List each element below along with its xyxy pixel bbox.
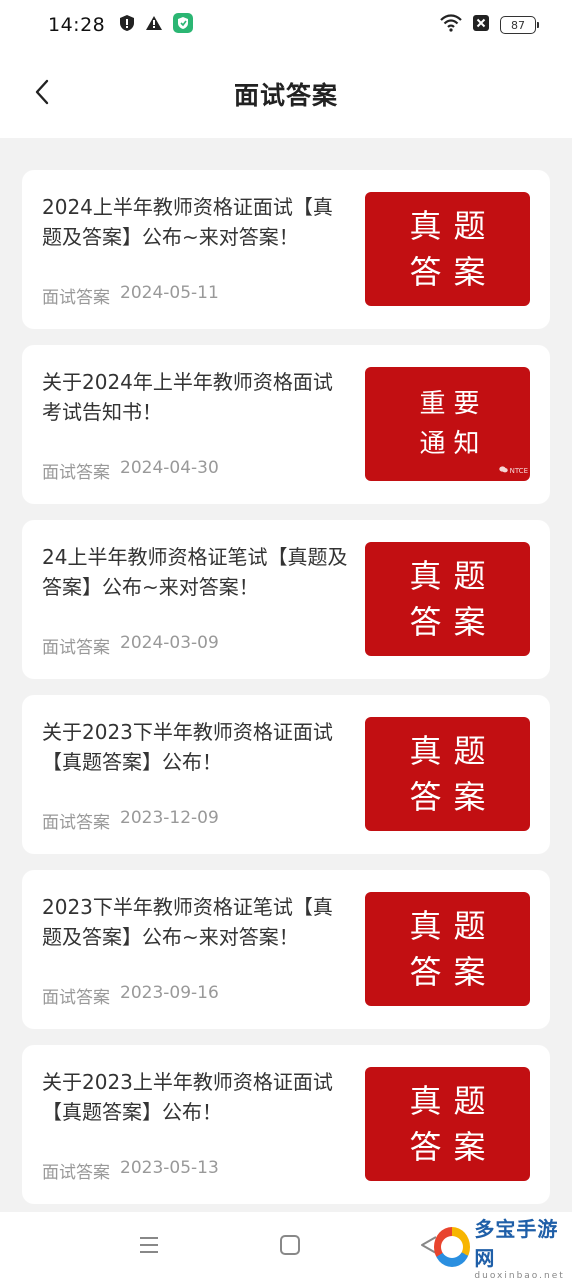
status-bar: 14:28 87 xyxy=(0,0,572,50)
article-list: 2024上半年教师资格证面试【真题及答案】公布~来对答案！ 面试答案 2024-… xyxy=(22,170,550,1204)
home-button[interactable] xyxy=(275,1232,305,1262)
thumbnail-watermark: NTCE xyxy=(498,466,528,475)
article-thumbnail[interactable]: 真题 答案 xyxy=(365,1067,530,1181)
back-button[interactable] xyxy=(24,76,60,112)
thumbnail-text: 重要 xyxy=(419,389,488,419)
watermark-name: 多宝手游网 xyxy=(474,1217,559,1270)
article-card[interactable]: 2024上半年教师资格证面试【真题及答案】公布~来对答案！ 面试答案 2024-… xyxy=(22,170,550,329)
article-card[interactable]: 24上半年教师资格证笔试【真题及答案】公布~来对答案！ 面试答案 2024-03… xyxy=(22,520,550,679)
article-date: 2024-03-09 xyxy=(120,633,219,653)
thumbnail-text: 真题 xyxy=(409,207,498,245)
article-date: 2023-05-13 xyxy=(120,1158,219,1178)
thumbnail-text: 真题 xyxy=(409,907,498,945)
shield-alert-icon xyxy=(119,14,135,36)
article-meta: 面试答案 2023-09-16 xyxy=(42,983,219,1008)
article-card[interactable]: 关于2023下半年教师资格证面试【真题答案】公布！ 面试答案 2023-12-0… xyxy=(22,695,550,854)
watermark: 多宝手游网 duoxinbao.net xyxy=(434,1213,570,1280)
home-icon xyxy=(279,1234,301,1260)
article-date: 2023-09-16 xyxy=(120,983,219,1003)
article-meta: 面试答案 2023-05-13 xyxy=(42,1158,219,1183)
article-date: 2024-04-30 xyxy=(120,458,219,478)
article-category: 面试答案 xyxy=(42,988,110,1008)
article-title[interactable]: 关于2023下半年教师资格证面试【真题答案】公布！ xyxy=(42,717,348,777)
article-category: 面试答案 xyxy=(42,1163,110,1183)
article-thumbnail[interactable]: 真题 答案 xyxy=(365,717,530,831)
battery-icon: 87 xyxy=(500,16,539,34)
warning-icon xyxy=(145,15,163,35)
article-date: 2024-05-11 xyxy=(120,283,219,303)
watermark-logo-icon xyxy=(434,1227,471,1267)
wifi-icon xyxy=(440,14,462,36)
article-title[interactable]: 关于2023上半年教师资格证面试【真题答案】公布！ xyxy=(42,1067,348,1127)
thumbnail-mark-text: NTCE xyxy=(509,466,528,475)
watermark-text: 多宝手游网 duoxinbao.net xyxy=(474,1213,570,1280)
article-card[interactable]: 2023下半年教师资格证笔试【真题及答案】公布~来对答案！ 面试答案 2023-… xyxy=(22,870,550,1029)
thumbnail-text: 答案 xyxy=(409,603,498,641)
thumbnail-text: 答案 xyxy=(409,1128,498,1166)
article-category: 面试答案 xyxy=(42,813,110,833)
status-time: 14:28 xyxy=(48,14,106,36)
watermark-domain: duoxinbao.net xyxy=(474,1271,565,1280)
security-app-icon xyxy=(173,13,194,37)
article-meta: 面试答案 2024-03-09 xyxy=(42,633,219,658)
menu-icon xyxy=(138,1235,160,1259)
menu-button[interactable] xyxy=(134,1232,164,1262)
article-meta: 面试答案 2023-12-09 xyxy=(42,808,219,833)
thumbnail-text: 答案 xyxy=(409,953,498,991)
page-title: 面试答案 xyxy=(233,81,338,110)
wechat-icon xyxy=(498,466,508,475)
article-thumbnail[interactable]: 真题 答案 xyxy=(365,192,530,306)
thumbnail-text: 通知 xyxy=(419,429,488,459)
thumbnail-text: 真题 xyxy=(409,732,498,770)
article-thumbnail[interactable]: 重要 通知 NTCE xyxy=(365,367,530,481)
status-left-icons xyxy=(119,13,194,37)
thumbnail-text: 答案 xyxy=(409,253,498,291)
article-title[interactable]: 2024上半年教师资格证面试【真题及答案】公布~来对答案！ xyxy=(42,192,348,252)
no-sim-icon xyxy=(472,14,490,36)
article-category: 面试答案 xyxy=(42,288,110,308)
article-date: 2023-12-09 xyxy=(120,808,219,828)
thumbnail-text: 真题 xyxy=(409,557,498,595)
status-right: 87 xyxy=(440,14,539,36)
article-title[interactable]: 24上半年教师资格证笔试【真题及答案】公布~来对答案！ xyxy=(42,542,348,602)
article-category: 面试答案 xyxy=(42,638,110,658)
article-meta: 面试答案 2024-05-11 xyxy=(42,283,219,308)
status-left: 14:28 xyxy=(48,13,194,37)
header: 面试答案 xyxy=(0,50,572,138)
article-title[interactable]: 2023下半年教师资格证笔试【真题及答案】公布~来对答案！ xyxy=(42,892,348,952)
chevron-left-icon xyxy=(34,79,50,109)
thumbnail-text: 真题 xyxy=(409,1082,498,1120)
article-thumbnail[interactable]: 真题 答案 xyxy=(365,542,530,656)
article-category: 面试答案 xyxy=(42,463,110,483)
article-card[interactable]: 关于2023上半年教师资格证面试【真题答案】公布！ 面试答案 2023-05-1… xyxy=(22,1045,550,1204)
thumbnail-text: 答案 xyxy=(409,778,498,816)
article-thumbnail[interactable]: 真题 答案 xyxy=(365,892,530,1006)
article-meta: 面试答案 2024-04-30 xyxy=(42,458,219,483)
article-title[interactable]: 关于2024年上半年教师资格面试考试告知书！ xyxy=(42,367,348,427)
article-card[interactable]: 关于2024年上半年教师资格面试考试告知书！ 面试答案 2024-04-30 重… xyxy=(22,345,550,504)
